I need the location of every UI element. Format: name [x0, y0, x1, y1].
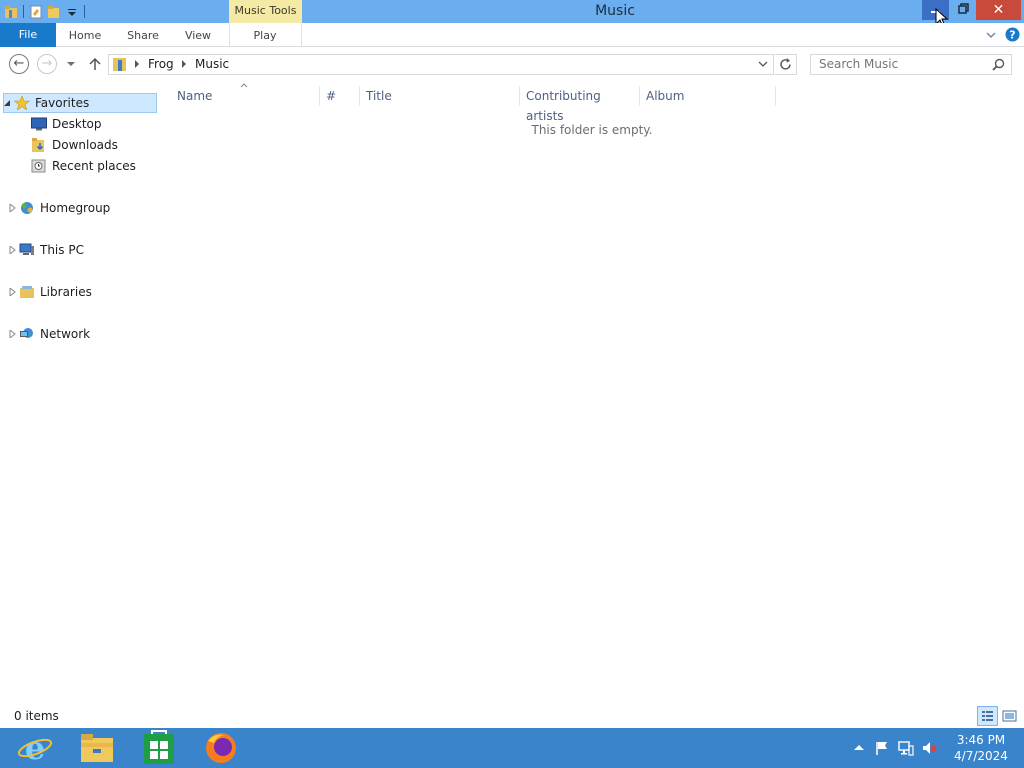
breadcrumb-separator-icon	[182, 60, 186, 68]
back-arrow-icon: ←	[13, 56, 25, 71]
forward-button[interactable]: →	[37, 54, 57, 74]
expand-arrow-icon[interactable]	[9, 246, 16, 254]
downloads-icon	[32, 138, 44, 152]
column-divider[interactable]	[319, 86, 320, 106]
up-arrow-icon[interactable]	[88, 57, 102, 71]
address-history-chevron-icon[interactable]	[758, 60, 768, 68]
search-icon[interactable]	[992, 58, 1005, 71]
column-divider[interactable]	[359, 86, 360, 106]
recent-places-icon	[31, 159, 46, 173]
column-header-number[interactable]: #	[326, 86, 358, 106]
clock-time: 3:46 PM	[956, 733, 1006, 747]
favorites-star-icon	[14, 96, 30, 110]
expand-ribbon-chevron-icon[interactable]	[985, 29, 997, 41]
file-explorer-icon[interactable]	[68, 729, 126, 767]
close-button[interactable]: ✕	[976, 0, 1021, 20]
nav-label: Downloads	[52, 138, 118, 152]
action-center-flag-icon[interactable]	[874, 740, 890, 756]
restore-icon	[958, 3, 969, 14]
empty-folder-message: This folder is empty.	[531, 123, 653, 137]
expand-arrow-icon[interactable]	[9, 330, 16, 338]
forward-arrow-icon: →	[41, 56, 53, 71]
internet-explorer-icon[interactable]: e	[6, 729, 64, 767]
large-icons-view-button[interactable]	[999, 706, 1020, 726]
desktop-icon	[31, 117, 47, 131]
collapse-arrow-icon[interactable]	[4, 99, 11, 107]
explorer-folder-icon[interactable]	[4, 5, 18, 19]
restore-button[interactable]	[949, 0, 976, 20]
network-tray-icon[interactable]	[898, 740, 914, 756]
svg-text:e: e	[25, 729, 45, 767]
libraries-icon	[20, 286, 34, 298]
network-icon	[20, 328, 33, 338]
tab-play[interactable]: Play	[240, 23, 290, 47]
nav-recent-places[interactable]: Recent places	[31, 156, 136, 176]
search-box[interactable]	[810, 54, 1012, 75]
nav-downloads[interactable]: Downloads	[31, 135, 118, 155]
expand-arrow-icon[interactable]	[9, 204, 16, 212]
help-icon[interactable]: ?	[1005, 27, 1020, 42]
nav-label: Recent places	[52, 159, 136, 173]
back-button[interactable]: ←	[9, 54, 29, 74]
nav-desktop[interactable]: Desktop	[31, 114, 102, 134]
volume-muted-icon[interactable]	[921, 740, 937, 756]
column-header-title[interactable]: Title	[366, 86, 518, 106]
refresh-icon	[780, 58, 791, 70]
window-title: Music	[595, 3, 635, 19]
nav-label: Desktop	[52, 117, 102, 131]
expand-arrow-icon[interactable]	[9, 288, 16, 296]
music-library-icon	[113, 58, 126, 71]
breadcrumb-frog[interactable]: Frog	[148, 54, 174, 75]
nav-network[interactable]: Network	[9, 324, 90, 344]
nav-libraries[interactable]: Libraries	[9, 282, 92, 302]
breadcrumb-music[interactable]: Music	[195, 54, 229, 75]
nav-label: This PC	[40, 243, 84, 257]
details-view-icon	[982, 711, 993, 721]
tab-file[interactable]: File	[0, 23, 56, 47]
show-hidden-icons-icon[interactable]	[851, 740, 867, 756]
column-header-contributing-artists[interactable]: Contributing artists	[526, 86, 638, 123]
search-input[interactable]	[819, 55, 984, 74]
nav-label: Favorites	[35, 96, 90, 110]
new-folder-icon[interactable]	[47, 5, 61, 19]
tab-share[interactable]: Share	[118, 23, 168, 47]
refresh-button[interactable]	[775, 54, 797, 75]
nav-label: Homegroup	[40, 201, 111, 215]
recent-locations-chevron-icon[interactable]	[66, 60, 76, 68]
column-divider[interactable]	[519, 86, 520, 106]
tab-view[interactable]: View	[174, 23, 222, 47]
tab-home[interactable]: Home	[60, 23, 110, 47]
column-divider[interactable]	[775, 86, 776, 106]
nav-label: Network	[40, 327, 91, 341]
column-header-name[interactable]: Name	[177, 86, 319, 106]
properties-icon[interactable]	[29, 5, 43, 19]
clock-date: 4/7/2024	[954, 749, 1008, 763]
column-header-album[interactable]: Album	[646, 86, 774, 106]
title-bar	[0, 0, 1024, 23]
music-tools-context-label: Music Tools	[229, 0, 302, 23]
quick-access-toolbar	[0, 0, 90, 23]
close-icon: ✕	[992, 2, 1005, 18]
computer-icon	[19, 243, 34, 255]
store-icon[interactable]	[130, 729, 188, 767]
details-view-button[interactable]	[977, 706, 998, 726]
breadcrumb-separator-icon	[135, 60, 139, 68]
firefox-icon[interactable]	[192, 729, 250, 767]
navigation-pane	[0, 88, 158, 708]
large-icons-view-icon	[1002, 710, 1017, 722]
nav-favorites[interactable]: Favorites	[3, 93, 157, 113]
taskbar-clock[interactable]: 3:46 PM 4/7/2024	[950, 732, 1012, 764]
nav-homegroup[interactable]: Homegroup	[9, 198, 110, 218]
nav-this-pc[interactable]: This PC	[9, 240, 84, 260]
column-divider[interactable]	[639, 86, 640, 106]
status-item-count: 0 items	[14, 709, 59, 723]
customize-qat-chevron-icon[interactable]	[65, 5, 79, 19]
nav-label: Libraries	[40, 285, 92, 299]
svg-text:?: ?	[1009, 29, 1015, 42]
homegroup-icon	[21, 202, 33, 214]
